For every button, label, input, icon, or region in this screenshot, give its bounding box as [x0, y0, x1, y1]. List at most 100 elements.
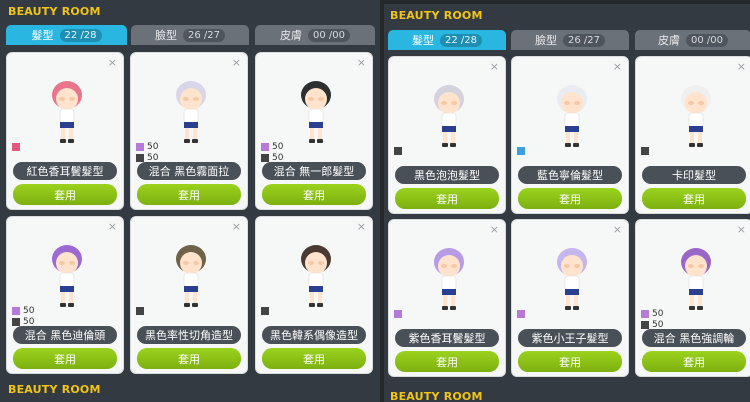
apply-button[interactable]: 套用 [518, 188, 622, 209]
hairstyle-card[interactable]: × 黑色泡泡髮型 套用 [388, 56, 506, 214]
tab-label: 皮膚 [658, 34, 680, 47]
character-avatar [551, 240, 593, 316]
tab-skin[interactable]: 皮膚 00 /00 [255, 25, 375, 45]
hairstyle-name: 混合 黑色霧面拉 [137, 162, 241, 180]
tab-hair[interactable]: 髮型 22 /28 [6, 25, 127, 45]
close-icon[interactable]: × [232, 56, 241, 69]
tab-count: 22 /28 [59, 28, 102, 42]
color-swatches [12, 141, 20, 152]
apply-button[interactable]: 套用 [262, 184, 366, 205]
close-icon[interactable]: × [108, 220, 117, 233]
tab-count: 22 /28 [440, 33, 482, 47]
character-avatar [46, 237, 88, 313]
hairstyle-name: 卡印髮型 [642, 166, 746, 184]
tab-label: 臉型 [155, 29, 177, 42]
close-icon[interactable]: × [737, 60, 746, 73]
close-icon[interactable]: × [490, 223, 499, 236]
mix-ratio: 50 [147, 141, 159, 152]
hairstyle-card[interactable]: × 50 50 混合 黑色霧面拉 套用 [130, 52, 248, 210]
hairstyle-name: 混合 黑色強調輪 [642, 329, 746, 347]
hairstyle-name: 藍色寧倫髮型 [518, 166, 622, 184]
mix-ratio: 50 [272, 152, 284, 163]
tab-skin[interactable]: 皮膚 00 /00 [635, 30, 750, 50]
color-swatch [394, 309, 402, 318]
close-icon[interactable]: × [357, 56, 366, 69]
color-swatch [517, 309, 525, 318]
color-swatch [261, 153, 269, 162]
hairstyle-card[interactable]: × 紫色香耳鬢髮型 套用 [388, 219, 506, 377]
hairstyle-card[interactable]: × 黑色率性切角造型 套用 [130, 216, 248, 374]
color-swatch [641, 309, 649, 318]
close-icon[interactable]: × [108, 56, 117, 69]
mix-ratio: 50 [652, 319, 664, 330]
mix-ratio: 50 [147, 152, 159, 163]
hairstyle-card[interactable]: × 紅色香耳鬢髮型 套用 [6, 52, 124, 210]
apply-button[interactable]: 套用 [137, 348, 241, 369]
beauty-room-panel-right: BEAUTY ROOM 髮型 22 /28 臉型 26 /27 皮膚 00 /0… [384, 4, 750, 402]
apply-button[interactable]: 套用 [13, 348, 117, 369]
tab-count: 00 /00 [308, 28, 350, 42]
color-swatch [12, 317, 20, 326]
close-icon[interactable]: × [232, 220, 241, 233]
panel-title-bottom: BEAUTY ROOM [8, 383, 101, 396]
color-swatch [136, 142, 144, 151]
panel-title-bottom: BEAUTY ROOM [390, 390, 483, 402]
hairstyle-card[interactable]: × 卡印髮型套用 [635, 56, 750, 214]
color-swatches [517, 308, 525, 319]
color-swatch [12, 306, 20, 315]
tab-label: 髮型 [31, 29, 54, 42]
color-swatch [517, 146, 525, 155]
hairstyle-card[interactable]: × 50 50 混合 黑色迪倫頭 套用 [6, 216, 124, 374]
color-swatches [394, 308, 402, 319]
color-swatches [394, 145, 402, 156]
tab-face[interactable]: 臉型 26 /27 [131, 25, 249, 45]
apply-button[interactable]: 套用 [262, 348, 366, 369]
tab-label: 髮型 [412, 34, 434, 47]
character-avatar [170, 73, 212, 149]
hairstyle-card[interactable]: × 50 50 混合 無一郎髮型 套用 [255, 52, 373, 210]
hairstyle-name: 混合 無一郎髮型 [262, 162, 366, 180]
color-swatch [136, 153, 144, 162]
character-avatar [675, 240, 717, 316]
hairstyle-name: 黑色韓系偶像造型 [262, 326, 366, 344]
apply-button[interactable]: 套用 [395, 188, 499, 209]
hairstyle-card[interactable]: × 藍色寧倫髮型 套用 [511, 56, 629, 214]
tab-hair[interactable]: 髮型 22 /28 [388, 30, 506, 50]
hairstyle-name: 黑色率性切角造型 [137, 326, 241, 344]
hairstyle-card[interactable]: × 50 50 混合 黑色強調輪 套用 [635, 219, 750, 377]
color-swatch [394, 146, 402, 155]
color-swatches: 50 50 [261, 141, 283, 163]
tab-face[interactable]: 臉型 26 /27 [511, 30, 629, 50]
tab-label: 皮膚 [280, 29, 302, 42]
color-swatch [261, 142, 269, 151]
tab-label: 臉型 [535, 34, 557, 47]
hairstyle-card[interactable]: × 紫色小王子髮型 套用 [511, 219, 629, 377]
character-avatar [428, 240, 470, 316]
apply-button[interactable]: 套用 [13, 184, 117, 205]
apply-button[interactable]: 套用 [642, 351, 746, 372]
apply-button[interactable]: 套用 [518, 351, 622, 372]
apply-button[interactable]: 套用 [137, 184, 241, 205]
close-icon[interactable]: × [357, 220, 366, 233]
color-swatches: 50 50 [641, 308, 663, 330]
character-avatar [295, 73, 337, 149]
close-icon[interactable]: × [613, 223, 622, 236]
hairstyle-card[interactable]: × 黑色韓系偶像造型 套用 [255, 216, 373, 374]
color-swatches: 50 50 [136, 141, 158, 163]
close-icon[interactable]: × [490, 60, 499, 73]
color-swatches [641, 145, 649, 156]
mix-ratio: 50 [23, 305, 35, 316]
mix-ratio: 50 [272, 141, 284, 152]
hairstyle-name: 紫色小王子髮型 [518, 329, 622, 347]
close-icon[interactable]: × [737, 223, 746, 236]
apply-button[interactable]: 套用 [642, 188, 746, 209]
color-swatch [641, 146, 649, 155]
color-swatch [12, 142, 20, 151]
panel-title: BEAUTY ROOM [390, 9, 483, 22]
character-avatar [295, 237, 337, 313]
close-icon[interactable]: × [613, 60, 622, 73]
color-swatches [136, 305, 144, 316]
apply-button[interactable]: 套用 [395, 351, 499, 372]
panel-title: BEAUTY ROOM [8, 5, 101, 18]
tab-count: 26 /27 [183, 28, 225, 42]
